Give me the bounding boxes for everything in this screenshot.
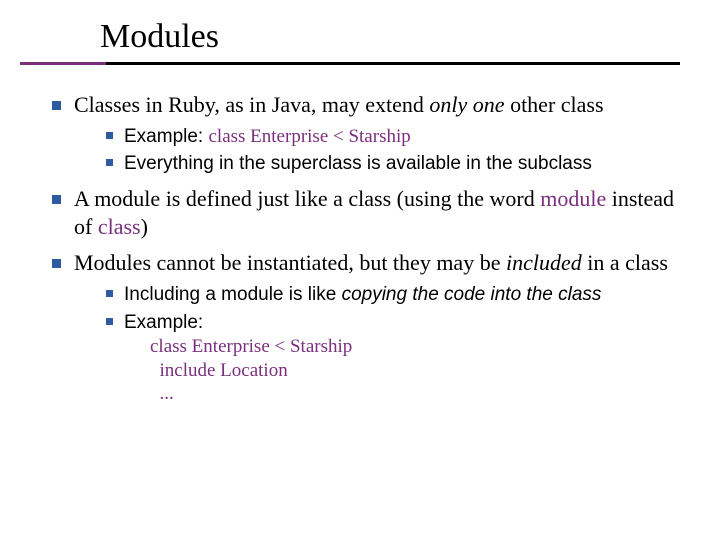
bullet-2-post: ) [141,214,148,239]
bullet-3-sub-1-em: copying the code into the class [342,284,602,305]
bullet-3-em: included [506,250,582,275]
bullet-2: A module is defined just like a class (u… [46,185,680,241]
bullet-2-mid: is defined just like a class (using the … [160,186,540,211]
bullet-1-em: only one [429,92,504,117]
bullet-3-post: in a class [582,250,668,275]
bullet-1-sub-1-code: class Enterprise < Starship [208,126,410,147]
title-rule [20,62,680,65]
bullet-3-sub-1-pre: Including a module is like [124,284,342,305]
bullet-3-sub-2-label: Example: [124,312,203,333]
bullet-1: Classes in Ruby, as in Java, may extend … [46,91,680,177]
slide: Modules Classes in Ruby, as in Java, may… [0,0,720,540]
bullet-list: Classes in Ruby, as in Java, may extend … [40,91,680,406]
code-line-1: class Enterprise < Starship [150,336,352,357]
bullet-3-sub-2: Example: class Enterprise < Starship inc… [102,311,680,407]
code-block: class Enterprise < Starship include Loca… [150,335,680,406]
bullet-2-pre: A [74,186,94,211]
bullet-3-sub-1: Including a module is like copying the c… [102,283,680,307]
bullet-1-text-post: other class [505,92,604,117]
bullet-2-word: module [94,186,160,211]
bullet-1-sub-1-pre: Example: [124,126,208,147]
bullet-3: Modules cannot be instantiated, but they… [46,249,680,406]
bullet-1-sub-2: Everything in the superclass is availabl… [102,152,680,176]
page-title: Modules [100,18,680,56]
code-line-3: ... [150,383,174,404]
bullet-1-text-pre: Classes in Ruby, as in Java, may extend [74,92,429,117]
bullet-3-pre: Modules cannot be instantiated, but they… [74,250,506,275]
bullet-2-code-2: class [98,214,141,239]
bullet-1-sub: Example: class Enterprise < Starship Eve… [74,125,680,177]
bullet-2-code-1: module [540,186,606,211]
title-area: Modules [40,18,680,56]
bullet-1-sub-1: Example: class Enterprise < Starship [102,125,680,149]
bullet-1-sub-2-text: Everything in the superclass is availabl… [124,153,592,174]
bullet-3-sub: Including a module is like copying the c… [74,283,680,406]
code-line-2: include Location [150,360,288,381]
